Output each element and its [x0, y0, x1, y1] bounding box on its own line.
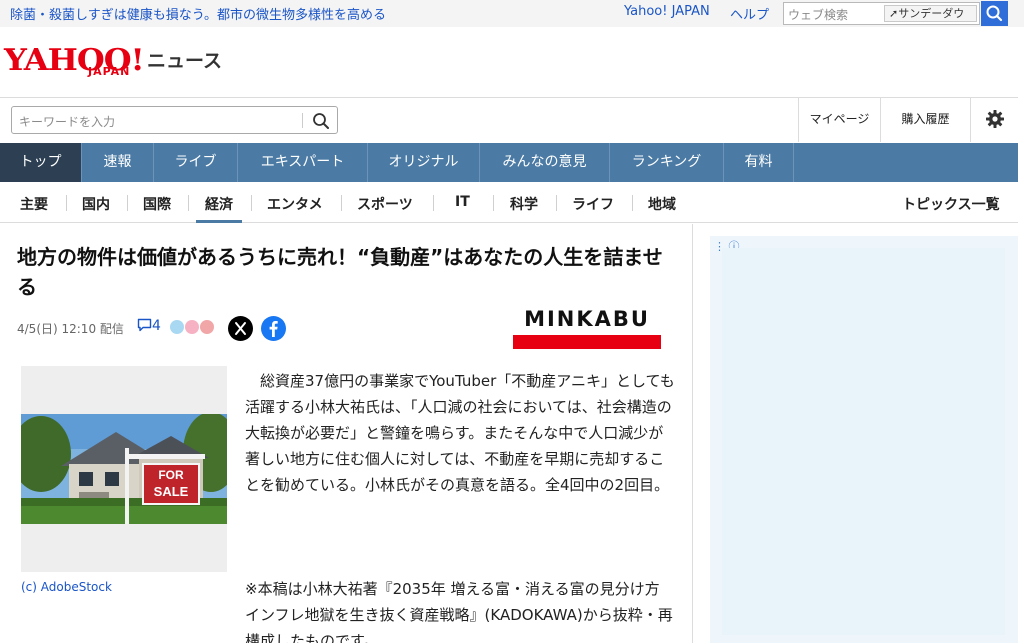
- logo-row: YAHOO! JAPAN ニュース: [0, 27, 1024, 97]
- subnav-divider: [188, 195, 189, 211]
- subnav-divider: [127, 195, 128, 211]
- article-note: ※本稿は小林大祐著『2035年 増える富・消える富の見分け方 インフレ地獄を生き…: [245, 580, 673, 643]
- nav-original[interactable]: オリジナル: [368, 143, 480, 182]
- mypage-button[interactable]: マイページ: [798, 97, 880, 142]
- web-search-placeholder: ウェブ検索: [788, 8, 849, 22]
- subnav-divider: [632, 195, 633, 211]
- column-divider: [692, 224, 693, 643]
- subnav-sports[interactable]: スポーツ: [357, 194, 413, 214]
- subnav-it[interactable]: IT: [455, 194, 470, 210]
- comment-link[interactable]: 4: [137, 318, 161, 334]
- nav-ranking[interactable]: ランキング: [610, 143, 724, 182]
- subnav-life[interactable]: ライフ: [572, 194, 614, 214]
- x-share-button[interactable]: [228, 316, 253, 341]
- yahoo-japan-link[interactable]: Yahoo! JAPAN: [624, 4, 710, 19]
- sub-nav: 主要 国内 国際 経済 エンタメ スポーツ IT 科学 ライフ 地域 トピックス…: [0, 183, 1018, 223]
- photo-credit: (c) AdobeStock: [21, 580, 112, 594]
- article-body: 総資産37億円の事業家でYouTuber「不動産アニキ」としても活躍する小林大祐…: [245, 372, 675, 494]
- nav-paid[interactable]: 有料: [724, 143, 794, 182]
- minkabu-logo[interactable]: MINKABU: [511, 307, 663, 349]
- search-separator: [302, 113, 303, 128]
- subnav-active-indicator: [196, 220, 242, 223]
- minkabu-logo-text: MINKABU: [524, 307, 650, 331]
- nav-live[interactable]: ライブ: [154, 143, 238, 182]
- reaction-think-icon: [200, 320, 214, 334]
- settings-button[interactable]: [970, 97, 1018, 142]
- ad-area[interactable]: ⋮ ⓘ: [710, 236, 1018, 643]
- reaction-learn-icon: [170, 320, 184, 334]
- subnav-domestic[interactable]: 国内: [82, 194, 110, 214]
- photo-sign-sale: SALE: [154, 484, 189, 499]
- web-search-suggestion-label: サンデーダウ: [898, 7, 965, 20]
- subnav-divider: [251, 195, 252, 211]
- subnav-divider: [66, 195, 67, 211]
- gear-icon: [985, 110, 1004, 128]
- top-bar: 除菌・殺菌しすぎは健康も損なう。都市の微生物多様性を高める Yahoo! JAP…: [0, 0, 1024, 27]
- keyword-search-input[interactable]: キーワードを入力: [11, 106, 338, 134]
- web-search-input[interactable]: ウェブ検索 ➚サンデーダウ: [783, 2, 980, 25]
- topics-list-link[interactable]: トピックス一覧: [902, 194, 1000, 214]
- article-date: 4/5(日) 12:10 配信: [17, 322, 124, 336]
- subnav-divider: [556, 195, 557, 211]
- comment-icon: [137, 318, 152, 332]
- comment-count: 4: [152, 318, 161, 334]
- subnav-entertainment[interactable]: エンタメ: [267, 194, 323, 214]
- nav-top[interactable]: トップ: [0, 143, 82, 182]
- house-for-sale-photo: FOR SALE: [21, 414, 227, 524]
- reaction-clear-icon: [185, 320, 199, 334]
- subnav-science[interactable]: 科学: [510, 194, 538, 214]
- subnav-economy[interactable]: 経済: [205, 194, 233, 214]
- nav-opinions[interactable]: みんなの意見: [480, 143, 610, 182]
- subnav-region[interactable]: 地域: [648, 194, 676, 214]
- nav-breaking[interactable]: 速報: [82, 143, 154, 182]
- subnav-international[interactable]: 国際: [143, 194, 171, 214]
- web-search-suggestion[interactable]: ➚サンデーダウ: [884, 5, 977, 22]
- article-photo-frame[interactable]: FOR SALE: [21, 366, 227, 572]
- ad-placeholder: [722, 248, 1005, 635]
- subnav-divider: [433, 195, 434, 211]
- minkabu-logo-bar: [513, 335, 661, 349]
- news-logo-text: ニュース: [147, 50, 223, 72]
- main-nav: トップ 速報 ライブ エキスパート オリジナル みんなの意見 ランキング 有料: [0, 143, 1018, 182]
- facebook-share-button[interactable]: [261, 316, 286, 341]
- yahoo-logo-japan: JAPAN: [88, 65, 131, 78]
- web-search-button[interactable]: [981, 1, 1008, 26]
- subnav-divider: [341, 195, 342, 211]
- search-icon: [986, 5, 1003, 22]
- photo-sign-for: FOR: [158, 468, 184, 482]
- purchase-history-button[interactable]: 購入履歴: [880, 97, 970, 142]
- subnav-divider: [493, 195, 494, 211]
- subnav-main[interactable]: 主要: [20, 194, 48, 214]
- article-headline: 地方の物件は価値があるうちに売れ！“負動産”はあなたの人生を詰ませる: [17, 245, 663, 299]
- facebook-logo-icon: [269, 321, 278, 337]
- help-link[interactable]: ヘルプ: [730, 4, 769, 23]
- arrow-icon: ➚: [889, 7, 899, 20]
- keyword-search-placeholder: キーワードを入力: [19, 115, 116, 129]
- promo-link[interactable]: 除菌・殺菌しすぎは健康も損なう。都市の微生物多様性を高める: [10, 4, 386, 23]
- x-logo-icon: [235, 322, 246, 335]
- nav-expert[interactable]: エキスパート: [238, 143, 368, 182]
- search-icon[interactable]: [310, 110, 332, 132]
